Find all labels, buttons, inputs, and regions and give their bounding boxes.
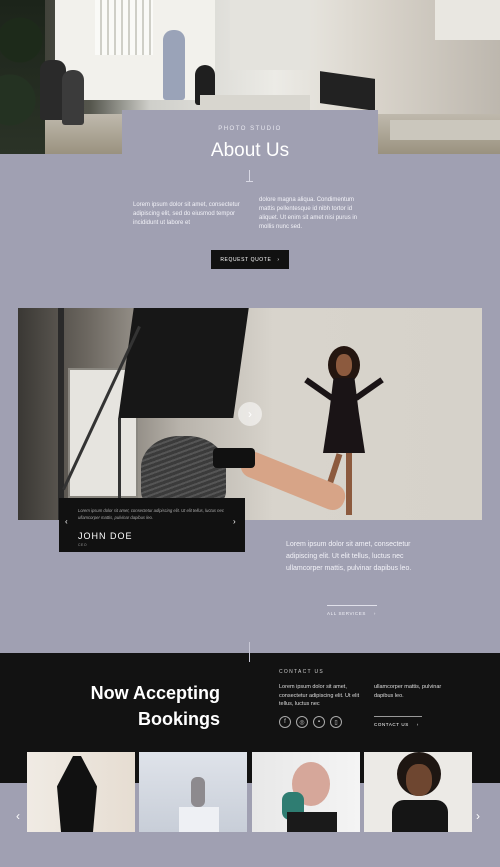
testimonial-card: ‹ Lorem ipsum dolor sit amet, consectetu… <box>59 498 245 552</box>
bookings-title-line1: Now Accepting <box>90 683 220 703</box>
about-text-right: dolore magna aliqua. Condimentum mattis … <box>259 197 358 230</box>
chevron-right-icon: › <box>373 611 376 616</box>
about-text-left: Lorem ipsum dolor sit amet, consectetur … <box>133 202 240 226</box>
gallery-image[interactable] <box>139 752 247 832</box>
gallery-figure <box>287 812 337 832</box>
linkedin-icon[interactable]: ▪ <box>313 716 325 728</box>
arrow-down-icon <box>246 170 253 182</box>
play-button[interactable]: › <box>238 402 262 426</box>
gallery-prev-button[interactable]: ‹ <box>16 809 20 823</box>
contact-text-right: ullamcorper mattis, pulvinar dapibus leo… <box>374 684 442 699</box>
studio-softbox <box>118 308 249 418</box>
contact-eyebrow: CONTACT US <box>279 669 325 675</box>
gallery-figure <box>392 800 448 832</box>
services-text: Lorem ipsum dolor sit amet, consectetur … <box>286 541 412 572</box>
hero-monitor <box>320 71 375 111</box>
gallery-figure <box>191 777 205 807</box>
section-divider <box>249 642 250 662</box>
studio-model-dress <box>323 378 365 453</box>
studio-model-arm <box>354 377 384 401</box>
contact-text-left: Lorem ipsum dolor sit amet, consectetur … <box>279 684 360 707</box>
studio-model-leg <box>346 453 352 515</box>
hero-person <box>163 30 185 100</box>
chevron-right-icon: › <box>277 256 280 263</box>
chevron-right-icon: › <box>416 722 419 727</box>
bookings-title: Now Accepting Bookings <box>60 680 220 732</box>
about-eyebrow: PHOTO STUDIO <box>218 126 282 132</box>
hero-desk <box>200 95 310 111</box>
gallery-image[interactable] <box>252 752 360 832</box>
request-quote-label: REQUEST QUOTE <box>220 256 272 263</box>
camera-icon <box>213 448 255 468</box>
studio-model-arm <box>304 377 334 401</box>
testimonial-next-button[interactable]: › <box>233 517 236 526</box>
gallery-figure <box>179 807 219 832</box>
studio-photographer <box>141 436 226 506</box>
gallery-figure <box>57 756 97 832</box>
gallery-next-button[interactable]: › <box>476 809 480 823</box>
gallery-figure <box>406 764 432 796</box>
hero-shelf <box>435 0 500 40</box>
about-title: About Us <box>210 140 290 161</box>
testimonial-text: Lorem ipsum dolor sit amet, consectetur … <box>78 508 224 520</box>
all-services-label: ALL SERVICES <box>327 611 366 616</box>
play-icon: › <box>248 407 252 421</box>
all-services-link[interactable]: ALL SERVICES › <box>327 605 377 616</box>
gallery-image[interactable] <box>364 752 472 832</box>
testimonial-prev-button[interactable]: ‹ <box>65 517 68 526</box>
phone-icon[interactable]: ▯ <box>330 716 342 728</box>
request-quote-button[interactable]: REQUEST QUOTE › <box>211 250 289 269</box>
contact-us-label: CONTACT US <box>374 722 409 727</box>
hero-window <box>95 0 153 55</box>
instagram-icon[interactable]: ◎ <box>296 716 308 728</box>
gallery-image[interactable] <box>27 752 135 832</box>
contact-us-link[interactable]: CONTACT US › <box>374 716 422 727</box>
testimonial-role: CEO <box>78 543 88 547</box>
hero-person <box>62 70 84 125</box>
facebook-icon[interactable]: f <box>279 716 291 728</box>
hero-partition <box>230 0 310 70</box>
bookings-title-line2: Bookings <box>137 709 220 729</box>
studio-model-face <box>336 354 352 376</box>
social-links: f ◎ ▪ ▯ <box>279 716 342 728</box>
testimonial-name: JOHN DOE <box>78 531 133 541</box>
